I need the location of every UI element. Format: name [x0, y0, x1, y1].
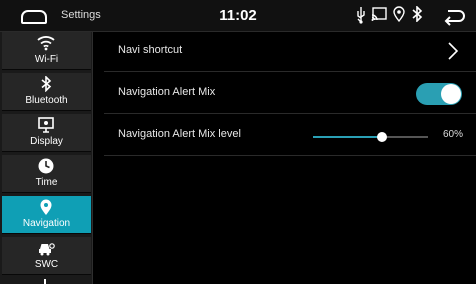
navigation-alert-mix-level-row: Navigation Alert Mix level 60%	[104, 116, 476, 156]
sidebar-item-label: Navigation	[22, 218, 71, 229]
slider-fill	[313, 136, 382, 138]
location-icon	[393, 6, 405, 22]
sidebar: Wi-Fi Bluetooth Display Time Navigation	[0, 32, 93, 284]
bluetooth-icon	[41, 76, 52, 92]
navi-shortcut-label: Navi shortcut	[118, 44, 183, 56]
alert-mix-level-value: 60%	[442, 129, 463, 140]
steering-wheel-control-icon	[39, 243, 55, 256]
sidebar-item-bluetooth[interactable]: Bluetooth	[2, 73, 91, 111]
navi-shortcut-row[interactable]: Navi shortcut	[104, 32, 476, 72]
display-icon	[38, 117, 54, 133]
sidebar-item-label: SWC	[34, 259, 59, 270]
chevron-right-icon	[448, 42, 458, 60]
sidebar-item-label: Time	[35, 177, 58, 188]
bluetooth-icon	[412, 6, 423, 22]
status-icons	[355, 6, 435, 26]
sidebar-item-time[interactable]: Time	[2, 155, 91, 193]
sidebar-item-navigation[interactable]: Navigation	[2, 196, 91, 234]
alert-mix-level-slider[interactable]	[313, 132, 428, 142]
wifi-icon	[37, 36, 55, 51]
sidebar-item-label: Display	[30, 136, 63, 147]
toggle-knob	[441, 84, 461, 104]
status-bar: Settings 11:02	[0, 0, 476, 32]
sidebar-item-label: Wi-Fi	[34, 54, 59, 65]
slider-thumb[interactable]	[377, 132, 387, 142]
sidebar-scroll-hint	[44, 279, 46, 284]
back-icon[interactable]	[443, 8, 465, 26]
navigation-alert-mix-level-label: Navigation Alert Mix level	[118, 128, 241, 140]
usb-icon	[357, 7, 365, 24]
sidebar-item-swc[interactable]: SWC	[2, 237, 91, 275]
location-pin-icon	[40, 199, 52, 215]
clock-icon	[38, 158, 54, 174]
sidebar-item-wifi[interactable]: Wi-Fi	[2, 32, 91, 70]
sidebar-item-label: Bluetooth	[25, 95, 68, 106]
navigation-alert-mix-label: Navigation Alert Mix	[118, 86, 216, 98]
cast-icon	[371, 7, 387, 21]
navigation-alert-mix-toggle[interactable]	[416, 83, 462, 105]
sidebar-item-display[interactable]: Display	[2, 114, 91, 152]
navigation-alert-mix-row: Navigation Alert Mix	[104, 74, 476, 114]
